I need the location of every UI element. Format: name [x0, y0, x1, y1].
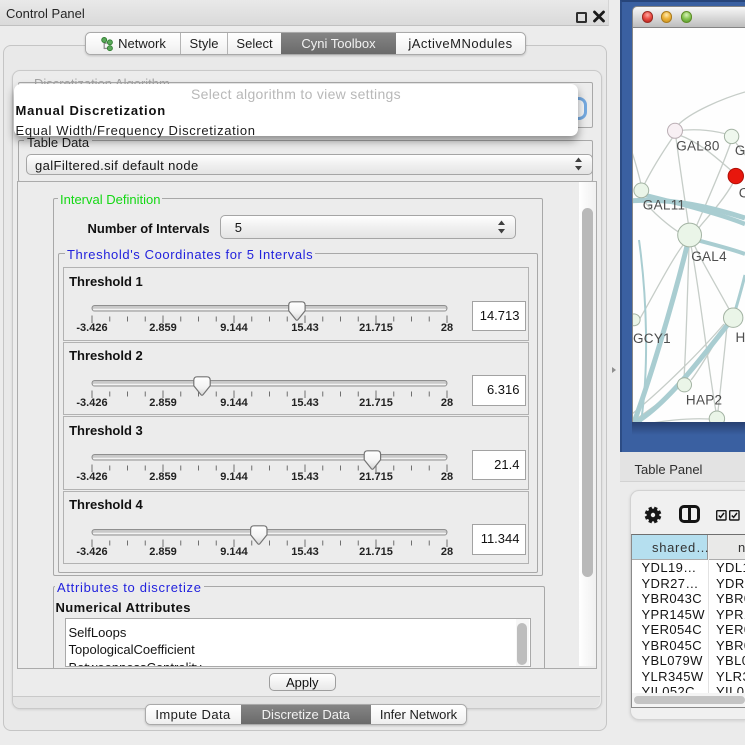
svg-text:-3.426: -3.426: [76, 471, 107, 483]
svg-text:GCY1: GCY1: [633, 331, 671, 346]
svg-text:2.859: 2.859: [149, 471, 177, 483]
svg-text:GAL80: GAL80: [676, 139, 720, 154]
svg-text:15.43: 15.43: [291, 397, 319, 409]
svg-text:-3.426: -3.426: [76, 322, 107, 334]
svg-text:28: 28: [441, 322, 453, 334]
svg-text:CY: CY: [739, 186, 745, 201]
svg-text:21.715: 21.715: [359, 471, 393, 483]
svg-text:9.144: 9.144: [220, 546, 248, 558]
svg-text:9.144: 9.144: [220, 471, 248, 483]
svg-text:2.859: 2.859: [149, 322, 177, 334]
svg-text:21.715: 21.715: [359, 546, 393, 558]
svg-text:GAL11: GAL11: [643, 198, 686, 213]
svg-text:HI: HI: [736, 330, 745, 345]
svg-text:2.859: 2.859: [149, 397, 177, 409]
svg-text:28: 28: [441, 546, 453, 558]
svg-text:28: 28: [441, 471, 453, 483]
svg-text:2.859: 2.859: [149, 546, 177, 558]
svg-text:15.43: 15.43: [291, 322, 319, 334]
svg-text:9.144: 9.144: [220, 397, 248, 409]
svg-text:GAL: GAL: [735, 143, 745, 158]
svg-text:28: 28: [441, 397, 453, 409]
svg-text:HAP2: HAP2: [686, 393, 722, 408]
svg-text:15.43: 15.43: [291, 471, 319, 483]
svg-text:GAL4: GAL4: [691, 249, 727, 264]
svg-text:-3.426: -3.426: [76, 397, 107, 409]
svg-text:-3.426: -3.426: [76, 546, 107, 558]
svg-text:15.43: 15.43: [291, 546, 319, 558]
svg-text:21.715: 21.715: [359, 397, 393, 409]
svg-text:21.715: 21.715: [359, 322, 393, 334]
svg-text:9.144: 9.144: [220, 322, 248, 334]
